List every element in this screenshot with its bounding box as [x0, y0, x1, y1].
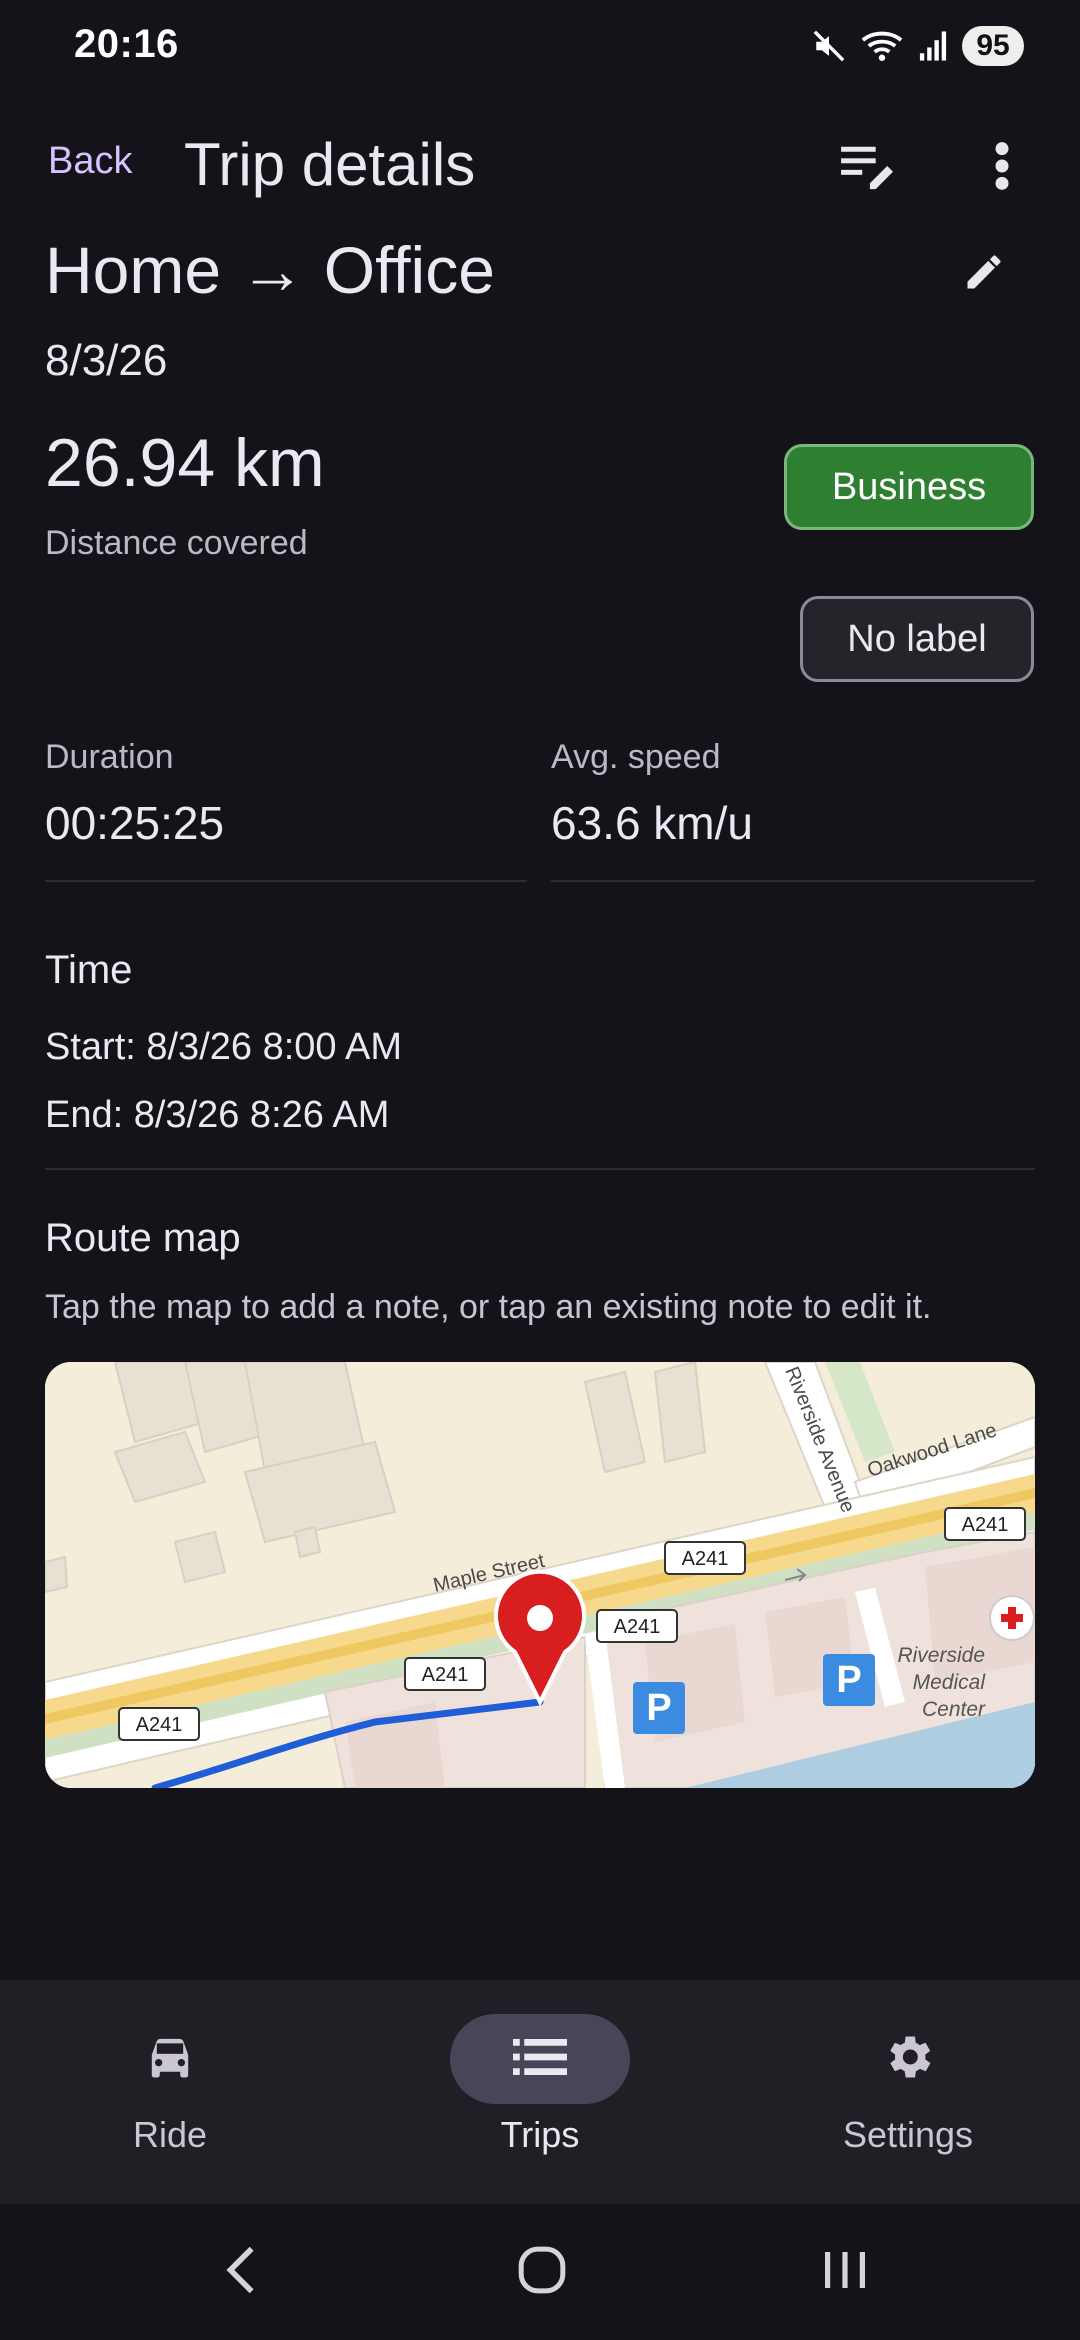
start-time: Start: 8/3/26 8:00 AM — [45, 1026, 402, 1068]
road-shield: A241 — [944, 1507, 1026, 1541]
edit-list-icon — [839, 141, 897, 196]
divider — [551, 880, 1035, 882]
svg-text:P: P — [646, 1687, 671, 1729]
trip-details-screen: 20:16 95 Back Trip details Home → Office… — [0, 0, 1080, 2340]
hospital-icon — [989, 1595, 1035, 1641]
distance-value: 26.94 km — [45, 425, 325, 501]
medical-center-label-2: Medical — [913, 1671, 987, 1694]
status-time: 20:16 — [74, 22, 179, 66]
svg-text:P: P — [836, 1659, 861, 1701]
system-navigation-bar — [0, 2204, 1080, 2340]
system-home-button[interactable] — [497, 2240, 587, 2304]
more-vert-icon — [992, 140, 1012, 197]
signal-icon — [918, 30, 948, 62]
end-time: End: 8/3/26 8:26 AM — [45, 1094, 390, 1136]
business-label-button[interactable]: Business — [784, 444, 1034, 530]
system-back-button[interactable] — [196, 2240, 286, 2304]
more-options-button[interactable] — [966, 132, 1038, 204]
road-shield: A241 — [404, 1657, 486, 1691]
duration-label: Duration — [45, 738, 174, 776]
battery-indicator: 95 — [962, 26, 1024, 66]
medical-center-label-3: Center — [922, 1698, 986, 1721]
duration-value: 00:25:25 — [45, 797, 225, 849]
chevron-left-icon — [224, 2244, 258, 2301]
mute-icon — [812, 29, 846, 63]
svg-text:A241: A241 — [962, 1514, 1009, 1536]
top-app-bar: Back Trip details — [0, 110, 1080, 220]
status-icons: 95 — [812, 26, 1024, 66]
nav-trips-label: Trips — [500, 2114, 580, 2155]
medical-center-label-1: Riverside — [897, 1644, 985, 1667]
nav-settings-label: Settings — [842, 2114, 974, 2155]
pencil-icon — [962, 250, 1006, 299]
wifi-icon — [860, 28, 904, 64]
parking-icon: P — [633, 1682, 685, 1734]
nav-settings-icon-wrap — [818, 2014, 998, 2104]
list-icon — [513, 2038, 567, 2080]
trip-title: Home → Office — [45, 233, 495, 307]
time-section-title: Time — [45, 948, 133, 992]
svg-text:A241: A241 — [136, 1714, 183, 1736]
svg-text:A241: A241 — [422, 1664, 469, 1686]
page-title: Trip details — [184, 131, 476, 198]
trip-date: 8/3/26 — [45, 336, 168, 385]
car-icon — [142, 2032, 198, 2087]
svg-text:A241: A241 — [614, 1616, 661, 1638]
system-recents-button[interactable] — [800, 2240, 890, 2304]
home-circle-icon — [517, 2245, 567, 2300]
avg-speed-value: 63.6 km/u — [551, 797, 753, 849]
route-map-title: Route map — [45, 1216, 241, 1260]
divider — [45, 1168, 1035, 1170]
edit-list-button[interactable] — [832, 132, 904, 204]
nav-trips[interactable]: Trips — [390, 1980, 690, 2204]
nav-ride-label: Ride — [132, 2114, 208, 2155]
distance-label: Distance covered — [45, 524, 308, 562]
road-shield: A241 — [664, 1541, 746, 1575]
recents-icon — [821, 2247, 869, 2298]
bottom-navigation: Ride Trips Settings — [0, 1980, 1080, 2204]
status-bar: 20:16 95 — [0, 0, 1080, 96]
divider — [45, 880, 527, 882]
road-shield: A241 — [118, 1707, 200, 1741]
nav-ride[interactable]: Ride — [20, 1980, 320, 2204]
avg-speed-label: Avg. speed — [551, 738, 721, 776]
route-map[interactable]: Maple Street Riverside Avenue Oakwood La… — [45, 1362, 1035, 1788]
nav-ride-icon-wrap — [80, 2014, 260, 2104]
back-button[interactable]: Back — [48, 140, 132, 183]
gear-icon — [880, 2029, 936, 2090]
nav-settings[interactable]: Settings — [758, 1980, 1058, 2204]
nav-trips-icon-wrap — [450, 2014, 630, 2104]
no-label-button[interactable]: No label — [800, 596, 1034, 682]
svg-text:A241: A241 — [682, 1548, 729, 1570]
road-shield: A241 — [596, 1609, 678, 1643]
parking-icon: P — [823, 1654, 875, 1706]
edit-trip-button[interactable] — [948, 238, 1020, 310]
route-map-hint: Tap the map to add a note, or tap an exi… — [45, 1288, 932, 1326]
